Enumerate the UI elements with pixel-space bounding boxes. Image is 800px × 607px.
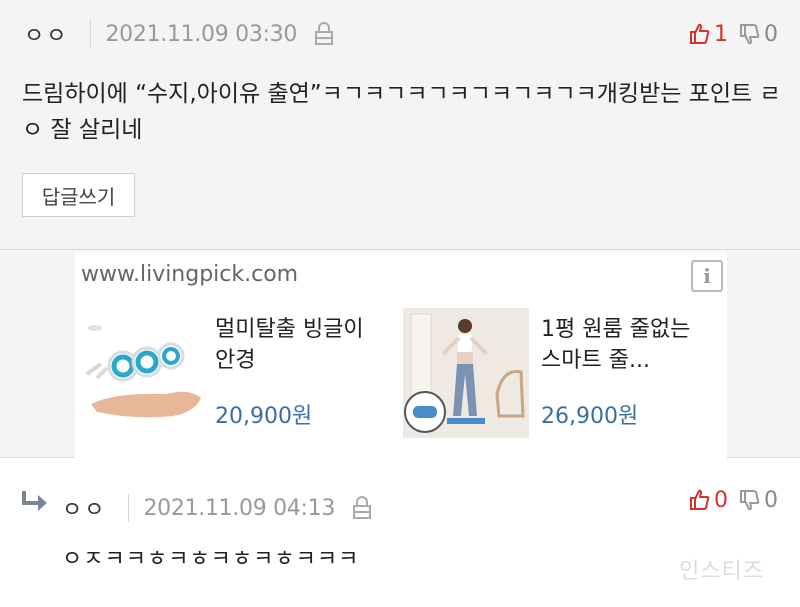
comment-date: 2021.11.09 03:30 <box>105 21 298 47</box>
comment-body: ㅇㅈㅋㅋㅎㅋㅎㅋㅎㅋㅎㅋㅋㅋ <box>62 547 360 572</box>
info-icon[interactable]: i <box>691 260 723 292</box>
comment-nickname[interactable]: ㅇㅇ <box>62 492 106 524</box>
like-button[interactable]: 1 <box>690 22 728 47</box>
dislike-count: 0 <box>764 21 778 47</box>
lock-icon <box>351 495 373 521</box>
ad-card[interactable]: www.livingpick.com i 멀미탈출 빙글이 안경 20,900원… <box>75 252 727 458</box>
lock-icon <box>313 21 335 47</box>
product-image-glasses[interactable] <box>77 308 203 438</box>
thumbs-down-icon <box>740 24 760 45</box>
like-button[interactable]: 0 <box>690 488 728 513</box>
reply-button[interactable]: 답글쓰기 <box>22 173 135 217</box>
comment-body: 드림하이에 “수지,아이유 출연”ㅋㄱㅋㄱㅋㄱㅋㄱㅋㄱㅋㄱㅋ개킹받는 포인트 ㄹ… <box>22 81 781 143</box>
comment-date: 2021.11.09 04:13 <box>143 495 336 521</box>
ad-product-2[interactable]: 1평 원룸 줄없는 스마트 줄... 26,900원 <box>403 308 713 438</box>
vote-group: 1 0 <box>678 17 778 51</box>
comment-meta: ㅇㅇ 2021.11.09 03:30 <box>24 17 335 51</box>
like-count: 1 <box>714 21 728 47</box>
vote-group: 0 0 <box>678 483 778 517</box>
comment-1: ㅇㅇ 2021.11.09 03:30 1 0 드림하이에 “수지,아이유 출연… <box>0 0 800 250</box>
thumbs-up-icon <box>690 489 710 510</box>
reply-arrow-icon <box>20 489 50 519</box>
comment-meta: ㅇㅇ 2021.11.09 04:13 <box>62 491 373 525</box>
ad-domain[interactable]: www.livingpick.com <box>81 262 298 287</box>
dislike-count: 0 <box>764 487 778 513</box>
dislike-button[interactable]: 0 <box>740 22 778 47</box>
meta-divider <box>128 494 130 522</box>
product-image-jump-rope[interactable] <box>403 308 529 438</box>
thumbs-up-icon <box>690 23 710 44</box>
dislike-button[interactable]: 0 <box>740 488 778 513</box>
product-price: 20,900원 <box>215 404 313 429</box>
meta-divider <box>90 20 92 48</box>
ad-banner: www.livingpick.com i 멀미탈출 빙글이 안경 20,900원… <box>0 250 800 458</box>
product-title[interactable]: 1평 원룸 줄없는 스마트 줄... <box>541 314 711 376</box>
ad-product-1[interactable]: 멀미탈출 빙글이 안경 20,900원 <box>77 308 387 438</box>
thumbs-down-icon <box>740 490 760 511</box>
like-count: 0 <box>714 487 728 513</box>
product-title[interactable]: 멀미탈출 빙글이 안경 <box>215 314 385 376</box>
comment-nickname[interactable]: ㅇㅇ <box>24 18 68 50</box>
site-watermark: 인스티즈 <box>679 559 764 584</box>
comment-2-reply: ㅇㅇ 2021.11.09 04:13 0 0 ㅇㅈㅋㅋㅎㅋㅎㅋㅎㅋㅎㅋㅋㅋ 인… <box>0 459 800 607</box>
product-price: 26,900원 <box>541 404 639 429</box>
